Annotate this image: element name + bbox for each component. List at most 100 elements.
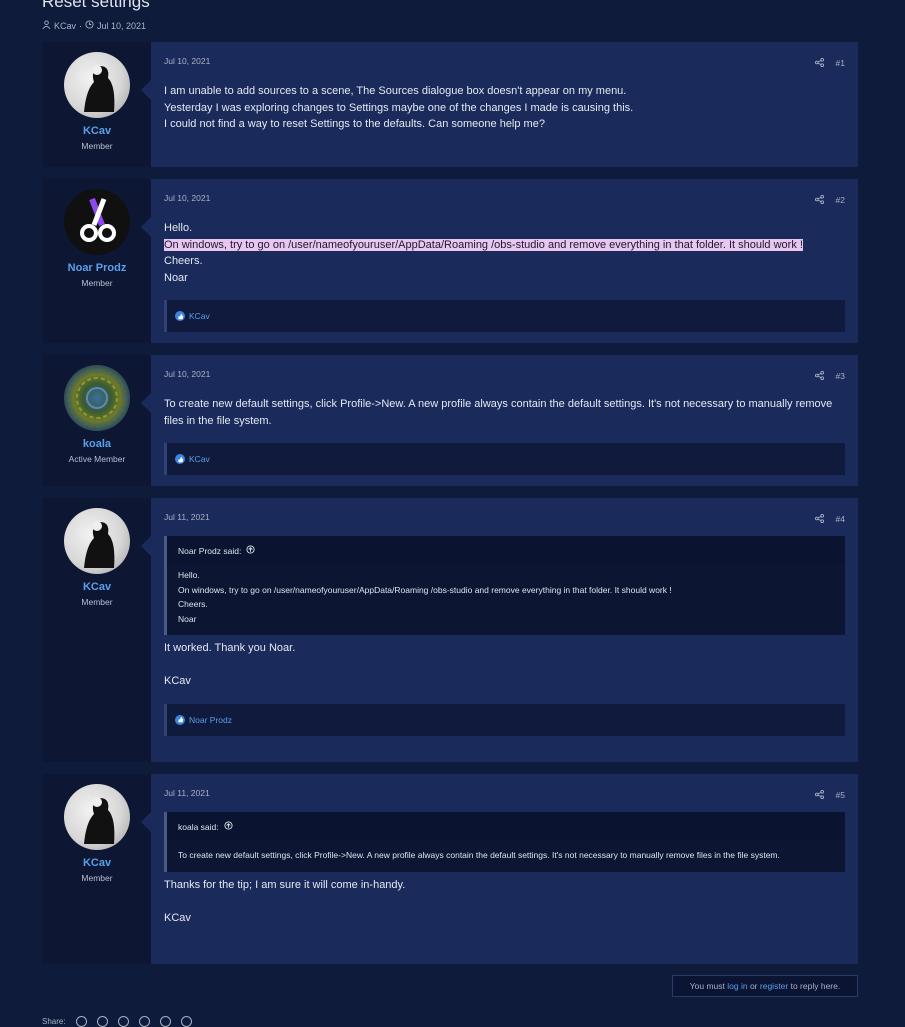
thread-date[interactable]: Jul 10, 2021	[97, 21, 146, 31]
user-title: Member	[81, 873, 113, 883]
post-line: I could not find a way to reset Settings…	[164, 118, 545, 130]
reaction-user[interactable]: KCav	[189, 311, 210, 321]
username[interactable]: KCav	[43, 125, 151, 137]
post-user-cell: KCav Member	[43, 774, 151, 964]
register-link[interactable]: register	[760, 981, 788, 991]
like-icon	[175, 454, 185, 464]
post-header: Jul 10, 2021 #1	[164, 56, 845, 70]
share-reddit-icon[interactable]	[117, 1016, 129, 1027]
share-icon[interactable]	[814, 513, 824, 525]
reactions-bar: KCav	[164, 443, 845, 475]
like-icon	[175, 714, 185, 725]
avatar[interactable]	[64, 365, 130, 431]
reaction-user[interactable]: Noar Prodz	[189, 715, 232, 725]
quote-body: To create new default settings, click Pr…	[167, 840, 845, 872]
post-date[interactable]: Jul 11, 2021	[164, 512, 210, 526]
post-body: Hello. On windows, try to go on /user/na…	[164, 220, 845, 286]
thread-meta: KCav · Jul 10, 2021	[42, 20, 146, 31]
username[interactable]: KCav	[43, 857, 151, 869]
thread-author[interactable]: KCav	[54, 21, 76, 31]
quote-block: koala said: To create new default settin…	[164, 812, 845, 872]
post-user-cell: Noar Prodz Member	[43, 179, 151, 343]
share-pinterest-icon[interactable]	[138, 1016, 150, 1027]
reply-notice: You must log in or register to reply her…	[672, 975, 858, 997]
avatar[interactable]	[64, 784, 130, 850]
post-number[interactable]: #4	[836, 514, 845, 524]
post-content: Jul 11, 2021 #4 Noar Prodz said: Hello. …	[141, 498, 858, 762]
post-date[interactable]: Jul 10, 2021	[164, 56, 210, 70]
quote-line: Cheers.	[178, 599, 208, 609]
post-date[interactable]: Jul 11, 2021	[164, 788, 210, 802]
share-label: Share:	[42, 1017, 66, 1026]
jump-up-icon[interactable]	[246, 545, 255, 556]
post-content: Jul 10, 2021 #2 Hello. On windows, try t…	[141, 179, 858, 343]
post-line: Noar	[164, 271, 188, 284]
post-line: It worked. Thank you Noar.	[164, 642, 296, 654]
quote-body: Hello. On windows, try to go on /user/na…	[167, 564, 845, 635]
post-content: Jul 10, 2021 #3 To create new default se…	[141, 355, 858, 486]
post-line: KCav	[164, 675, 191, 687]
post-body: It worked. Thank you Noar. KCav	[164, 640, 845, 690]
post-2: Noar Prodz Member Jul 10, 2021 #2 Hello.…	[43, 179, 858, 343]
post-line: To create new default settings, click Pr…	[164, 398, 833, 427]
jump-up-icon[interactable]	[224, 821, 233, 832]
quote-author[interactable]: koala said:	[178, 822, 219, 832]
username[interactable]: KCav	[43, 581, 151, 593]
reaction-user[interactable]: KCav	[189, 454, 210, 464]
post-number[interactable]: #2	[836, 195, 845, 205]
username[interactable]: Noar Prodz	[43, 262, 151, 274]
post-header: Jul 11, 2021 #4	[164, 512, 845, 526]
reactions-bar: Noar Prodz	[164, 703, 845, 736]
avatar[interactable]	[64, 508, 130, 574]
user-title: Member	[81, 597, 113, 607]
quote-author[interactable]: Noar Prodz said:	[178, 546, 241, 556]
share-icon[interactable]	[814, 194, 824, 206]
share-bar: Share:	[42, 1016, 192, 1027]
quote-line: Noar	[178, 613, 197, 624]
post-line: Yesterday I was exploring changes to Set…	[164, 101, 634, 114]
quote-line: On windows, try to go on /user/nameofyou…	[178, 584, 672, 595]
share-twitter-icon[interactable]	[96, 1016, 108, 1027]
post-date[interactable]: Jul 10, 2021	[164, 369, 210, 383]
post-body: I am unable to add sources to a scene, T…	[164, 83, 845, 133]
avatar[interactable]	[64, 52, 130, 118]
user-title: Member	[81, 141, 113, 151]
post-content: Jul 10, 2021 #1 I am unable to add sourc…	[141, 42, 858, 167]
share-link-icon[interactable]	[180, 1016, 192, 1027]
post-date[interactable]: Jul 10, 2021	[164, 193, 210, 207]
share-email-icon[interactable]	[159, 1016, 171, 1027]
post-number[interactable]: #1	[836, 58, 845, 68]
post-line: Thanks for the tip; I am sure it will co…	[164, 878, 406, 891]
share-icon[interactable]	[814, 789, 824, 801]
reactions-bar: KCav	[164, 300, 845, 332]
post-body: To create new default settings, click Pr…	[164, 396, 845, 429]
post-user-cell: KCav Member	[43, 498, 151, 762]
post-4: KCav Member Jul 11, 2021 #4 Noar Prodz s…	[43, 498, 858, 762]
post-3: koala Active Member Jul 10, 2021 #3 To c…	[43, 355, 858, 486]
post-line	[164, 893, 845, 910]
clock-icon	[85, 20, 94, 31]
user-title: Member	[81, 278, 113, 288]
share-icon[interactable]	[814, 370, 824, 382]
quote-header[interactable]: koala said:	[167, 812, 845, 840]
post-line	[164, 657, 845, 674]
highlighted-line: On windows, try to go on /user/nameofyou…	[164, 238, 803, 251]
post-number[interactable]: #3	[836, 371, 845, 381]
post-1: KCav Member Jul 10, 2021 #1 I am unable …	[43, 42, 858, 167]
avatar[interactable]	[64, 189, 130, 255]
username[interactable]: koala	[43, 438, 151, 450]
share-icon[interactable]	[814, 57, 824, 69]
post-number[interactable]: #5	[836, 790, 845, 800]
share-facebook-icon[interactable]	[75, 1016, 87, 1027]
post-body: Thanks for the tip; I am sure it will co…	[164, 877, 845, 927]
thread-title: Reset settings	[42, 0, 150, 11]
quote-header[interactable]: Noar Prodz said:	[167, 536, 845, 564]
post-header: Jul 10, 2021 #2	[164, 193, 845, 207]
user-title: Active Member	[68, 454, 126, 464]
like-icon	[175, 311, 185, 321]
post-line: KCav	[164, 911, 191, 924]
post-5: KCav Member Jul 11, 2021 #5 koala said: …	[43, 774, 858, 964]
login-link[interactable]: log in	[727, 981, 747, 991]
post-user-cell: koala Active Member	[43, 355, 151, 486]
quote-line: Hello.	[178, 570, 200, 580]
